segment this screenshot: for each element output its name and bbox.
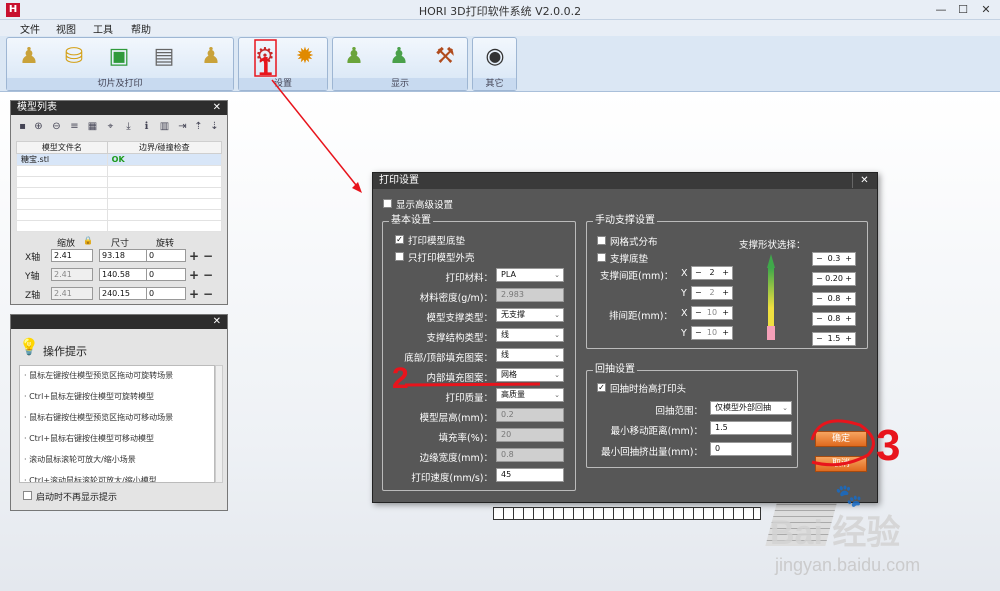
- underline-mark: [404, 382, 541, 387]
- watermark-brand: Bai 经验: [770, 514, 901, 552]
- paw-icon: 🐾: [835, 484, 863, 509]
- arrow-head: [352, 182, 362, 193]
- circle-mark: [810, 419, 875, 467]
- annotation-3: 3: [876, 421, 900, 470]
- annotation-2: 2: [392, 362, 409, 395]
- annotation-1: 1: [258, 51, 272, 81]
- annotation-arrow: [271, 79, 361, 191]
- watermark-url: jingyan.baidu.com: [775, 555, 921, 575]
